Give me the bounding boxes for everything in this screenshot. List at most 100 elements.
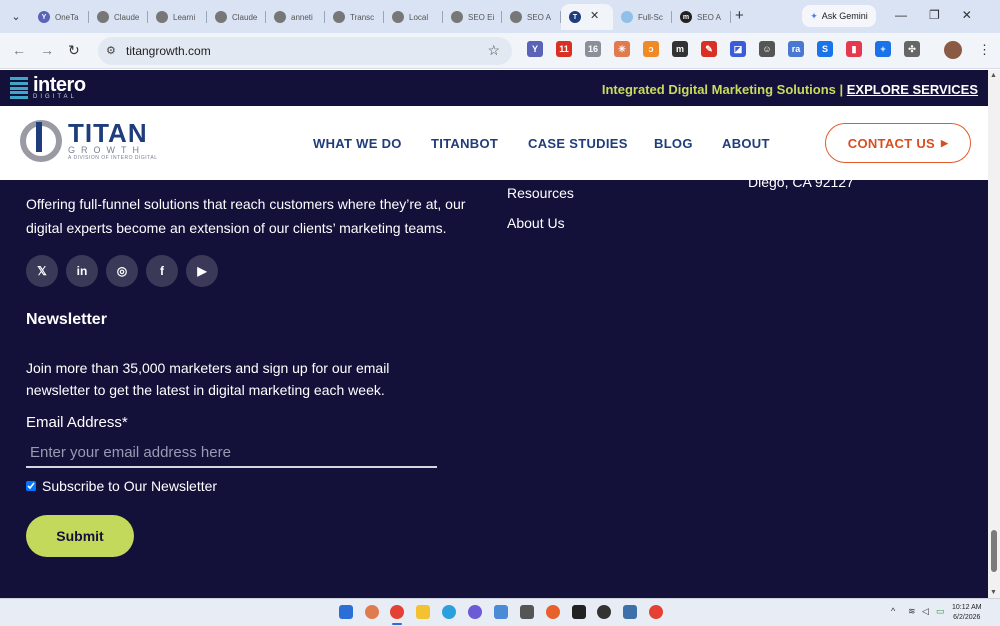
browser-tab[interactable]: m SEO A	[672, 4, 731, 30]
browser-tab[interactable]: SEO Ei	[443, 4, 502, 30]
scroll-up-arrow-icon[interactable]: ▲	[990, 72, 997, 79]
titan-logo-sub: A DIVISION OF INTERO DIGITAL	[68, 155, 158, 161]
url-text[interactable]: titangrowth.com	[126, 44, 211, 58]
browser-tab[interactable]: T	[561, 4, 613, 30]
windows-start-icon[interactable]	[339, 605, 353, 619]
media-player-icon[interactable]	[597, 605, 611, 619]
teams-icon[interactable]	[468, 605, 482, 619]
scroll-thumb[interactable]	[991, 530, 997, 572]
notepad-icon[interactable]	[494, 605, 508, 619]
browser-toolbar: ← → ↻ ⚙ titangrowth.com ☆ Y 11 16 ✳ ɔ m ✎ ◪ ☺ ra S…	[0, 33, 1000, 69]
profile-avatar[interactable]	[944, 41, 962, 59]
forward-arrow-icon[interactable]: →	[40, 42, 54, 58]
clock-time: 10:12 AM	[952, 604, 982, 611]
tab-favicon-icon	[333, 11, 345, 23]
tab-title: SEO A	[527, 12, 552, 22]
close-tab-icon[interactable]: ✕	[590, 9, 599, 22]
browser-tab[interactable]: Full-Sc	[613, 4, 672, 30]
nav-blog[interactable]: BLOG	[654, 136, 693, 151]
tab-title: SEO Ei	[468, 12, 495, 22]
page-scrollbar[interactable]: ▲ ▼	[988, 70, 1000, 598]
ra-extension-icon[interactable]: ra	[788, 41, 804, 57]
active-app-indicator	[392, 623, 402, 625]
address-bar[interactable]: ⚙ titangrowth.com ☆	[98, 37, 512, 65]
nav-titanbot[interactable]: TITANBOT	[431, 136, 498, 151]
browser-tab[interactable]: Y OneTa	[30, 4, 89, 30]
footer-content: Offering full-funnel solutions that reac…	[0, 174, 988, 598]
intero-logo[interactable]: intero DIGITAL	[10, 75, 86, 100]
scroll-down-arrow-icon[interactable]: ▼	[990, 589, 997, 596]
browser-tab[interactable]: anneti	[266, 4, 325, 30]
newsletter-description: Join more than 35,000 marketers and sign…	[26, 360, 390, 398]
system-clock[interactable]: 10:12 AM 6/2/2026	[952, 603, 982, 623]
tab-title: Claude	[232, 12, 258, 22]
browser-tab[interactable]: SEO A	[502, 4, 561, 30]
explore-services-link[interactable]: EXPLORE SERVICES	[847, 82, 978, 97]
telegram-icon[interactable]	[442, 605, 456, 619]
tab-title: Local	[409, 12, 429, 22]
nav-case-studies[interactable]: CASE STUDIES	[528, 136, 628, 151]
contact-us-label: CONTACT US	[847, 135, 936, 151]
footer-address: Diego, CA 92127	[748, 174, 854, 190]
snipping-tool-icon[interactable]	[520, 605, 534, 619]
contact-us-button[interactable]: CONTACT US ▶	[825, 123, 971, 163]
tab-favicon-icon	[156, 11, 168, 23]
refresh-extension-icon[interactable]: ☺	[759, 41, 775, 57]
browser-tab[interactable]: Local	[384, 4, 443, 30]
claude-extension-icon[interactable]: ✳	[614, 41, 630, 57]
footer-link-about-us[interactable]: About Us	[507, 215, 565, 231]
chrome-menu-icon[interactable]: ⋮	[978, 42, 991, 58]
ask-gemini-button[interactable]: ✦ Ask Gemini	[802, 5, 876, 27]
back-arrow-icon[interactable]: ←	[12, 42, 26, 58]
browser-tab[interactable]: Claude	[207, 4, 266, 30]
onetab-extension-icon[interactable]: Y	[527, 41, 543, 57]
subscribe-label[interactable]: Subscribe to Our Newsletter	[42, 478, 217, 494]
chrome-app-icon[interactable]	[390, 605, 404, 619]
submit-button[interactable]: Submit	[26, 515, 134, 557]
pdf-extension-icon[interactable]: 11	[556, 41, 572, 57]
subscribe-row: Subscribe to Our Newsletter	[26, 478, 217, 494]
tray-chevron-icon[interactable]: ^	[891, 606, 895, 616]
loop-extension-icon[interactable]: ɔ	[643, 41, 659, 57]
tab-title: Full-Sc	[638, 12, 663, 22]
browser-tab[interactable]: Learni	[148, 4, 207, 30]
battery-icon[interactable]: ▭	[936, 606, 945, 617]
titan-growth-logo[interactable]: TITAN GROWTH A DIVISION OF INTERO DIGITA…	[20, 120, 157, 162]
m-extension-icon[interactable]: m	[672, 41, 688, 57]
volume-icon[interactable]: ◁	[922, 606, 929, 617]
subscribe-checkbox[interactable]	[26, 481, 36, 491]
close-window-button[interactable]: ✕	[962, 8, 972, 22]
browser-tab[interactable]: Transc	[325, 4, 384, 30]
tab-search-chevron-icon[interactable]: ⌄	[6, 6, 26, 26]
red-extension-icon[interactable]: ▮	[846, 41, 862, 57]
nav-what-we-do[interactable]: WHAT WE DO	[313, 136, 402, 151]
puzzle-extension-icon[interactable]: ✣	[904, 41, 920, 57]
footer-link-resources[interactable]: Resources	[507, 185, 574, 201]
new-tab-button[interactable]: +	[735, 7, 744, 24]
notes-extension-icon[interactable]: ✎	[701, 41, 717, 57]
minimize-button[interactable]: —	[895, 8, 907, 22]
s-extension-icon[interactable]: S	[817, 41, 833, 57]
terminal-icon[interactable]	[572, 605, 586, 619]
home-extension-icon[interactable]: 16	[585, 41, 601, 57]
claude-app-icon[interactable]	[365, 605, 379, 619]
site-settings-icon[interactable]: ⚙	[106, 44, 116, 57]
reload-icon[interactable]: ↻	[68, 42, 80, 59]
file-explorer-icon[interactable]	[416, 605, 430, 619]
instagram-icon[interactable]: ◎	[106, 255, 138, 287]
twitter-icon[interactable]: 𝕏	[26, 255, 58, 287]
facebook-icon[interactable]: f	[146, 255, 178, 287]
wifi-icon[interactable]: ≋	[908, 606, 916, 617]
plus-extension-icon[interactable]: +	[875, 41, 891, 57]
restore-button[interactable]: ❐	[929, 8, 940, 22]
screen-extension-icon[interactable]: ◪	[730, 41, 746, 57]
email-field[interactable]	[26, 438, 437, 468]
bookmark-star-icon[interactable]: ☆	[487, 42, 500, 59]
firefox-icon[interactable]	[546, 605, 560, 619]
python-idle-icon[interactable]	[623, 605, 637, 619]
nav-about[interactable]: ABOUT	[722, 136, 770, 151]
youtube-icon[interactable]: ▶	[186, 255, 218, 287]
browser-tab[interactable]: Claude	[89, 4, 148, 30]
chrome-profile-icon[interactable]	[649, 605, 663, 619]
linkedin-icon[interactable]: in	[66, 255, 98, 287]
